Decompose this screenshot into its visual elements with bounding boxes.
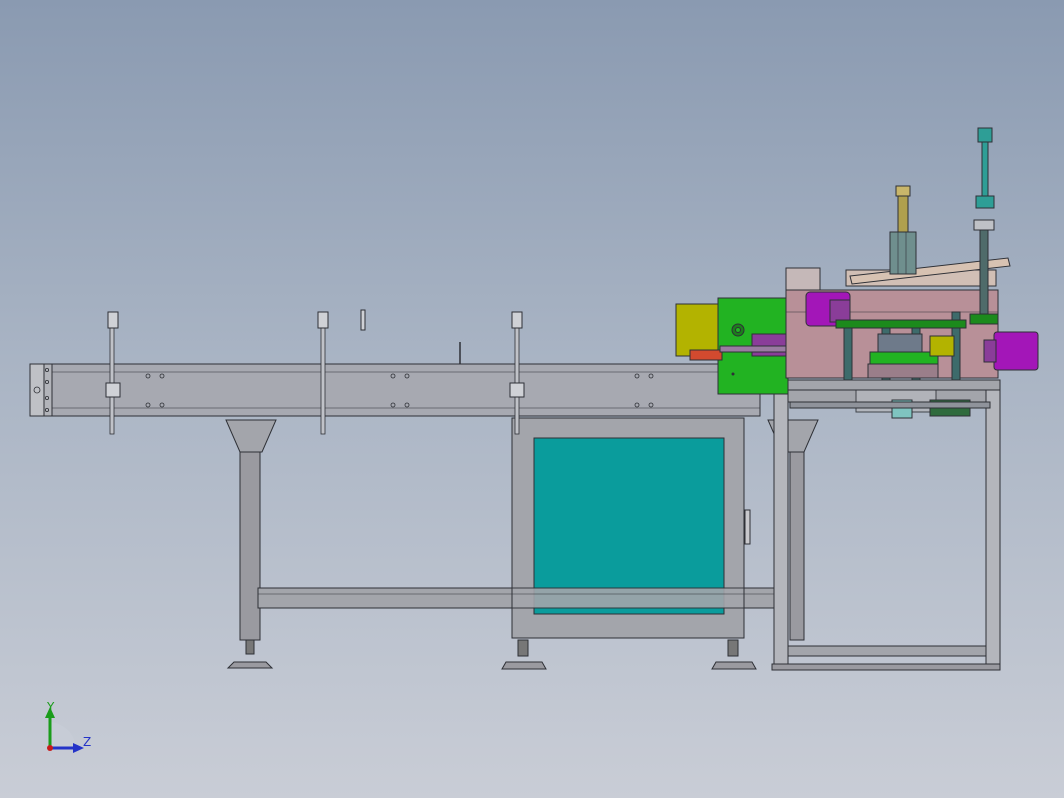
cad-viewport[interactable]: Y Z	[0, 0, 1064, 798]
y-axis-label: Y	[46, 700, 55, 714]
coordinate-triad: Y Z	[45, 700, 91, 753]
base-rail	[789, 401, 991, 409]
spring-element	[689, 349, 723, 361]
conveyor-left-leg	[225, 419, 277, 669]
conveyor-beam	[29, 363, 761, 417]
cabinet-handle	[744, 509, 751, 545]
control-cabinet	[501, 417, 757, 670]
origin-dot	[47, 745, 53, 751]
z-axis-label: Z	[83, 735, 91, 749]
machine-drawing: Y Z	[29, 127, 1039, 753]
conveyor-end-cap	[29, 363, 45, 417]
